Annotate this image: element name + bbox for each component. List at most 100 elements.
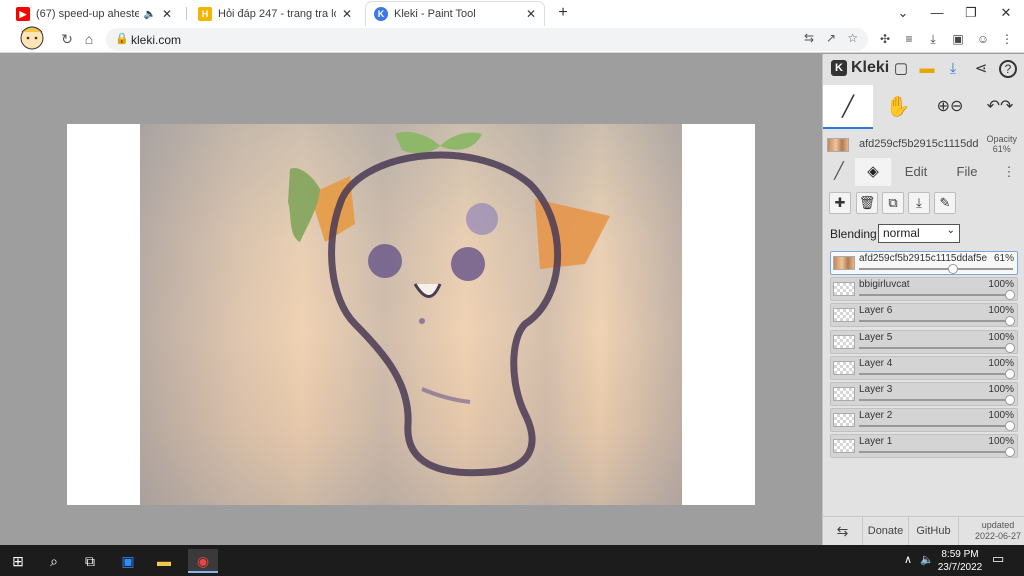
- opacity-slider-handle[interactable]: [1005, 316, 1015, 327]
- opacity-slider-track[interactable]: [859, 346, 1013, 349]
- brush-tab-icon[interactable]: ╱: [825, 158, 853, 186]
- save-download-icon[interactable]: ⤓: [943, 59, 963, 79]
- share-icon[interactable]: ↗: [826, 31, 836, 45]
- chevron-down-icon[interactable]: ⌄: [892, 3, 914, 23]
- lock-icon[interactable]: 🔒: [115, 32, 129, 45]
- blending-select[interactable]: normal ⌄: [878, 224, 960, 243]
- canvas[interactable]: [67, 124, 755, 505]
- tab-hoidap[interactable]: H Hỏi đáp 247 - trang tra loi ✕: [190, 2, 360, 26]
- mute-icon[interactable]: 🔈: [143, 9, 155, 20]
- minimize-icon[interactable]: —: [926, 3, 948, 23]
- url-text[interactable]: kleki.com: [131, 33, 181, 47]
- more-options-icon[interactable]: ⋮: [999, 158, 1019, 186]
- media-icon[interactable]: ≡: [901, 31, 917, 47]
- help-icon[interactable]: ?: [999, 60, 1017, 78]
- zoom-tool-icon[interactable]: ⊕⊖: [925, 85, 975, 129]
- layer-row[interactable]: Layer 4 100%: [830, 355, 1018, 380]
- bookmark-star-icon[interactable]: ☆: [847, 31, 858, 45]
- layer-opacity: 100%: [988, 410, 1014, 422]
- opacity-slider-track[interactable]: [859, 425, 1013, 428]
- zoom-app-icon[interactable]: ▣: [116, 549, 140, 573]
- new-image-icon[interactable]: ▢: [891, 59, 911, 79]
- layer-row[interactable]: bbigirluvcat 100%: [830, 277, 1018, 302]
- download-icon[interactable]: ⤓: [925, 31, 941, 47]
- more-menu-icon[interactable]: ⋮: [999, 31, 1015, 47]
- kleki-side-panel: K Kleki ▢ ▬ ⤓ ⋖ ? ╱ ✋ ⊕⊖ ↶↷ afd259cf5b29…: [822, 54, 1024, 546]
- close-tab-icon[interactable]: ✕: [342, 7, 352, 21]
- reload-icon[interactable]: ↻: [58, 30, 76, 48]
- kleki-logo-icon: K: [831, 60, 847, 76]
- hand-tool-icon[interactable]: ✋: [873, 85, 923, 129]
- extensions-icon[interactable]: ✣: [877, 31, 893, 47]
- rename-layer-icon[interactable]: ✎: [934, 192, 956, 214]
- close-tab-icon[interactable]: ✕: [162, 7, 172, 21]
- layer-thumbnail: [833, 308, 855, 323]
- opacity-slider-handle[interactable]: [1005, 342, 1015, 353]
- add-layer-icon[interactable]: ✚: [829, 192, 851, 214]
- close-window-icon[interactable]: ✕: [995, 3, 1017, 23]
- restore-icon[interactable]: ❐: [960, 3, 982, 23]
- opacity-slider-track[interactable]: [859, 320, 1013, 323]
- opacity-slider-track[interactable]: [859, 451, 1013, 454]
- layer-name: afd259cf5b2915c1115ddaf5e9: [859, 253, 987, 264]
- profile-icon[interactable]: ☺: [975, 31, 991, 47]
- updated-label: updated: [981, 520, 1015, 530]
- sidepanel-icon[interactable]: ▣: [950, 31, 966, 47]
- opacity-slider-handle[interactable]: [1005, 421, 1015, 432]
- kleki-logo[interactable]: K Kleki: [831, 59, 889, 77]
- layer-row[interactable]: afd259cf5b2915c1115ddaf5e9 61%: [830, 251, 1018, 275]
- layer-thumbnail: [833, 282, 855, 297]
- opacity-slider-handle[interactable]: [1005, 395, 1015, 405]
- opacity-slider-track[interactable]: [859, 268, 1013, 270]
- opacity-slider-track[interactable]: [859, 372, 1013, 375]
- windows-start-icon[interactable]: ⊞: [6, 549, 30, 573]
- opacity-slider-handle[interactable]: [1005, 290, 1015, 301]
- drawing-stage[interactable]: [0, 54, 822, 545]
- layer-row[interactable]: Layer 2 100%: [830, 408, 1018, 433]
- layer-row[interactable]: Layer 1 100%: [830, 434, 1018, 459]
- brush-tool-icon[interactable]: ╱: [823, 85, 873, 129]
- layer-row[interactable]: Layer 5 100%: [830, 329, 1018, 354]
- delete-layer-icon[interactable]: 🗑: [856, 192, 878, 214]
- omnibox[interactable]: 🔒 kleki.com ⇆ ↗ ☆: [106, 28, 868, 51]
- opacity-slider-track[interactable]: [859, 294, 1013, 297]
- open-folder-icon[interactable]: ▬: [917, 59, 937, 79]
- layer-name: Layer 3: [859, 384, 893, 395]
- tab-title: Hỏi đáp 247 - trang tra loi: [218, 8, 336, 20]
- merge-layer-icon[interactable]: ⤓: [908, 192, 930, 214]
- translate-icon[interactable]: ⇆: [804, 31, 814, 45]
- layer-name: Layer 1: [859, 436, 893, 448]
- opacity-slider-handle[interactable]: [1005, 368, 1015, 379]
- github-button[interactable]: GitHub: [909, 517, 959, 546]
- tab-kleki[interactable]: K Kleki - Paint Tool ✕: [366, 2, 544, 26]
- new-tab-button[interactable]: +: [552, 3, 574, 23]
- layer-row[interactable]: Layer 6 100%: [830, 303, 1018, 328]
- duplicate-layer-icon[interactable]: ⧉: [882, 192, 904, 214]
- opacity-slider-handle[interactable]: [1005, 447, 1015, 458]
- layers-tab-icon[interactable]: ◈: [855, 158, 891, 186]
- opacity-slider-handle[interactable]: [948, 264, 959, 274]
- system-clock[interactable]: 8:59 PM 23/7/2022: [930, 548, 990, 574]
- profile-avatar-icon: [12, 24, 52, 50]
- tab-separator: [186, 7, 187, 20]
- tray-chevron-icon[interactable]: ∧: [904, 553, 912, 566]
- search-icon[interactable]: ⌕: [42, 549, 66, 573]
- chevron-down-icon: ⌄: [946, 225, 955, 236]
- layer-thumbnail: [833, 439, 855, 454]
- tab-edit[interactable]: Edit: [893, 158, 939, 186]
- undo-redo-icon[interactable]: ↶↷: [975, 85, 1024, 129]
- tab-file[interactable]: File: [945, 158, 989, 186]
- close-tab-icon[interactable]: ✕: [526, 7, 536, 21]
- notification-icon[interactable]: ▭: [992, 551, 1004, 567]
- file-explorer-icon[interactable]: ▬: [152, 549, 176, 573]
- swap-side-icon[interactable]: ⇆: [823, 517, 863, 546]
- tab-youtube[interactable]: ▶ (67) speed-up ahestetic - You 🔈 ✕: [8, 2, 180, 26]
- updated-info[interactable]: updated 2022-06-27: [975, 520, 1021, 542]
- chrome-icon[interactable]: ◉: [188, 549, 218, 573]
- home-icon[interactable]: ⌂: [80, 30, 98, 48]
- share-icon[interactable]: ⋖: [971, 59, 991, 79]
- donate-button[interactable]: Donate: [863, 517, 909, 546]
- task-view-icon[interactable]: ⧉: [78, 549, 102, 573]
- opacity-slider-track[interactable]: [859, 399, 1013, 401]
- layer-row[interactable]: Layer 3 100%: [830, 382, 1018, 406]
